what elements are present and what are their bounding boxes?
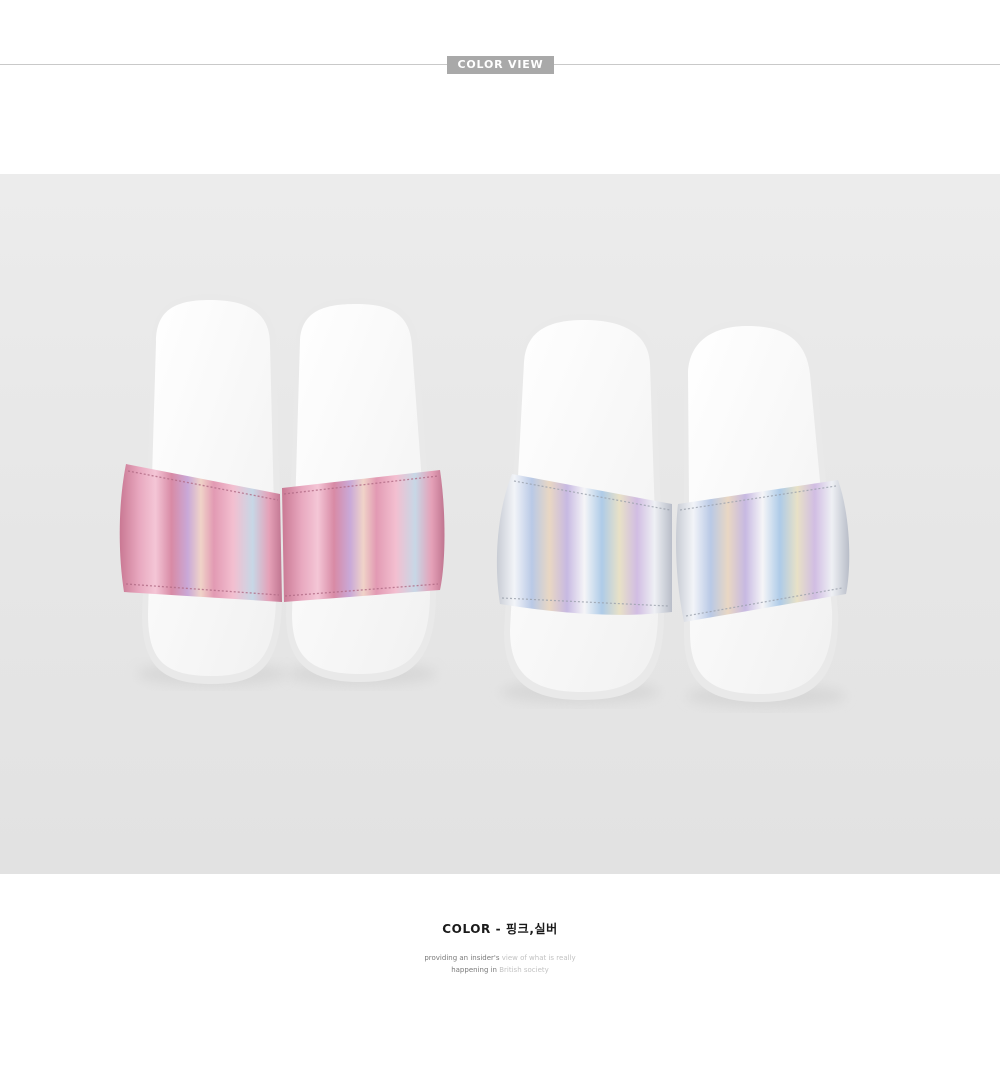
silver-sandal-left [496, 314, 672, 704]
tagline-2-dark: happening in [451, 966, 497, 974]
tagline-line-1: providing an insider's view of what is r… [0, 952, 1000, 964]
color-options-text: COLOR - 핑크,실버 [442, 922, 558, 936]
tagline-1-dark: providing an insider's [424, 954, 500, 962]
product-photo [0, 174, 1000, 874]
tagline-1-light: view of what is really [501, 954, 576, 962]
pink-sandal-right [282, 298, 445, 686]
silver-sandal-pair [496, 314, 850, 708]
product-caption: COLOR - 핑크,실버 providing an insider's vie… [0, 920, 1000, 976]
tagline-2-light: British society [499, 966, 549, 974]
pink-sandal-left [119, 294, 287, 686]
tagline-line-2: happening in British society [0, 964, 1000, 976]
color-view-tag: COLOR VIEW [447, 56, 554, 74]
silver-sandal-right [676, 320, 850, 708]
sandals-illustration [119, 294, 850, 708]
pink-sandal-pair [119, 294, 445, 686]
section-header: COLOR VIEW [0, 56, 1000, 74]
